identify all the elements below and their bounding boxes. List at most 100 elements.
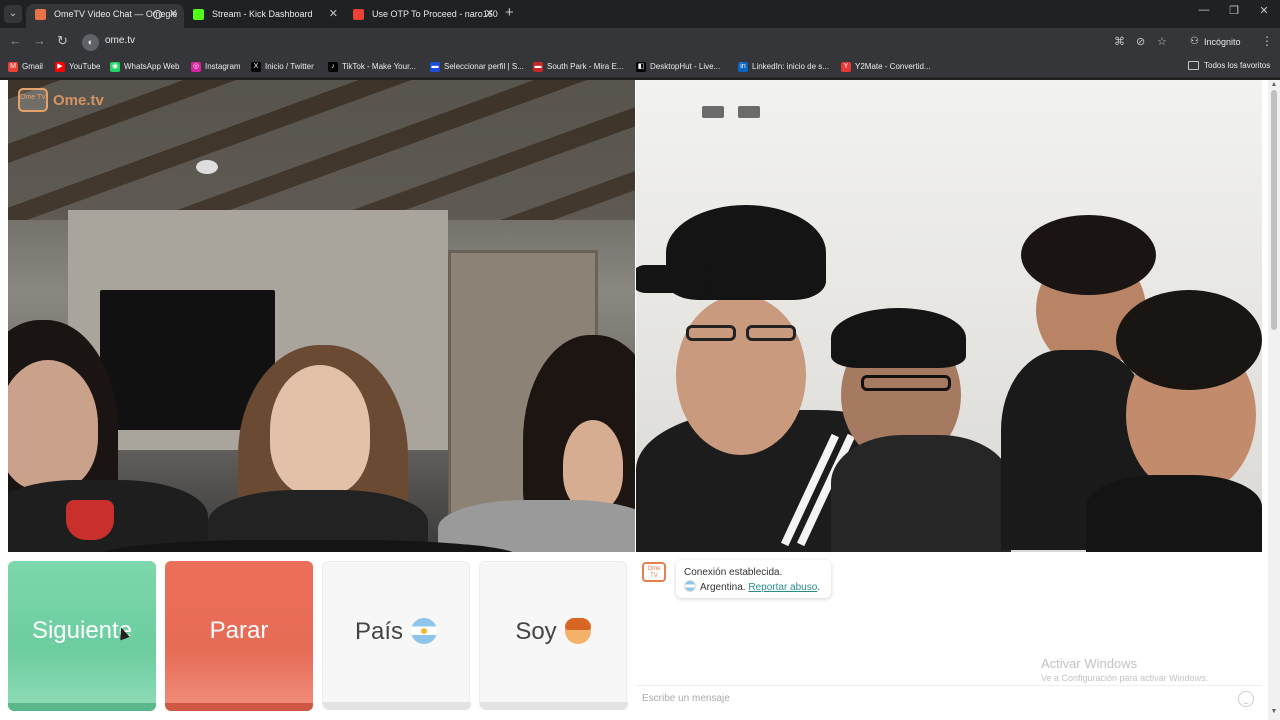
all-bookmarks[interactable]: Todos los favoritos <box>1188 61 1270 70</box>
country-button-label: País <box>354 618 404 645</box>
desktophut-icon: ◧ <box>636 62 646 72</box>
connection-status: Conexión establecida. <box>684 567 783 578</box>
scroll-up-icon[interactable]: ▲ <box>1270 81 1278 88</box>
bookmark-youtube[interactable]: ▶ YouTube <box>55 61 100 72</box>
page-scrollbar[interactable]: ▲ ▼ <box>1268 80 1280 720</box>
close-tab-icon[interactable]: ✕ <box>169 4 178 24</box>
eye-off-icon[interactable]: ⊘ <box>1136 35 1145 48</box>
bookmark-label: Instagram <box>205 62 241 71</box>
linkedin-icon: in <box>738 62 748 72</box>
ometv-favicon-icon <box>35 9 46 20</box>
emoji-picker-icon[interactable] <box>1238 691 1254 707</box>
whatsapp-icon: ◉ <box>110 62 120 72</box>
y2mate-icon: Y <box>841 62 851 72</box>
close-tab-icon[interactable]: ✕ <box>485 4 494 24</box>
bookmarks-bar: M Gmail ▶ YouTube ◉ WhatsApp Web ◎ Instagram… <box>0 56 1280 78</box>
recording-icon <box>153 10 162 19</box>
button-base <box>323 702 471 710</box>
tab-title: Stream - Kick Dashboard <box>212 9 313 19</box>
site-info-icon[interactable]: ◐ <box>82 34 99 51</box>
bookmark-tiktok[interactable]: ♪ TikTok - Make Your... <box>328 61 416 72</box>
forward-arrow-icon[interactable]: → <box>33 34 46 48</box>
kick-favicon-icon <box>193 9 204 20</box>
tab-gmail-otp[interactable]: Use OTP To Proceed - naro160 ✕ <box>344 4 500 28</box>
button-base <box>8 703 156 711</box>
message-composer <box>636 685 1262 710</box>
scroll-down-icon[interactable]: ▼ <box>1270 708 1278 715</box>
ometv-logo-text: Ome.tv <box>53 92 104 109</box>
message-input[interactable] <box>642 690 1222 706</box>
address-bar[interactable]: ◐ ome.tv <box>82 31 1172 53</box>
south-park-icon: ▬ <box>533 62 543 72</box>
argentina-flag-icon <box>411 617 438 644</box>
partner-country-line: Argentina. Reportar abuso. <box>684 580 823 595</box>
button-base <box>480 702 628 710</box>
stop-button[interactable]: Parar <box>165 561 313 711</box>
country-filter-button[interactable]: País <box>322 561 471 710</box>
scrollbar-thumb[interactable] <box>1271 90 1277 330</box>
sunglasses <box>861 375 951 391</box>
bookmark-label: WhatsApp Web <box>124 62 180 71</box>
back-arrow-icon[interactable]: ← <box>9 34 22 48</box>
bookmark-linkedin[interactable]: in LinkedIn: inicio de s... <box>738 61 829 72</box>
ometv-logo-icon: Ome TV <box>18 88 48 112</box>
all-bookmarks-label: Todos los favoritos <box>1204 61 1271 70</box>
person-face <box>676 295 806 455</box>
person-hair <box>1116 290 1262 390</box>
punctuation: . <box>817 582 821 593</box>
bookmark-whatsapp[interactable]: ◉ WhatsApp Web <box>110 61 179 72</box>
menu-kebab-icon[interactable]: ⋮ <box>1261 34 1273 48</box>
person-cap <box>831 308 966 368</box>
tab-kick[interactable]: Stream - Kick Dashboard ✕ <box>184 4 344 28</box>
person-hand <box>563 420 623 510</box>
system-message: Conexión establecida. Argentina. Reporta… <box>676 560 831 598</box>
reload-icon[interactable]: ↻ <box>57 34 68 48</box>
person-hair <box>1021 215 1156 295</box>
minimize-icon[interactable]: — <box>1197 4 1211 16</box>
bookmark-y2mate[interactable]: Y Y2Mate - Convertid... <box>841 61 931 72</box>
bookmark-star-icon[interactable]: ☆ <box>1157 35 1167 48</box>
button-base <box>165 703 313 711</box>
url-text: ome.tv <box>105 35 136 46</box>
close-tab-icon[interactable]: ✕ <box>329 4 338 24</box>
bookmark-gmail[interactable]: M Gmail <box>8 61 43 72</box>
bookmark-seleccionar-perfil[interactable]: ▬ Seleccionar perfil | S... <box>430 61 524 72</box>
bookmark-instagram[interactable]: ◎ Instagram <box>191 61 241 72</box>
gender-filter-button[interactable]: Soy <box>479 561 628 710</box>
shirt-crest <box>66 500 114 540</box>
restore-icon[interactable]: ❐ <box>1227 4 1241 17</box>
tiktok-icon: ♪ <box>328 62 338 72</box>
remote-video <box>636 80 1262 552</box>
bookmark-twitter[interactable]: X Inicio / Twitter <box>251 61 314 72</box>
bookmark-desktophut[interactable]: ◧ DesktopHut - Live... <box>636 61 720 72</box>
bookmark-label: DesktopHut - Live... <box>650 62 721 71</box>
tab-strip: ⌄ OmeTV Video Chat — Omegle ✕ Stream - K… <box>0 0 1280 28</box>
remote-camera-icon <box>738 106 760 118</box>
folder-icon <box>1188 61 1199 70</box>
close-window-icon[interactable]: ✕ <box>1257 4 1271 17</box>
translate-icon[interactable]: ⌘ <box>1114 35 1125 48</box>
ometv-avatar-icon: Ome TV <box>642 562 666 582</box>
incognito-indicator[interactable]: ⚇ Incógnito <box>1186 32 1241 52</box>
profile-site-icon: ▬ <box>430 62 440 72</box>
browser-toolbar: ← → ↻ ◐ ome.tv ⌘ ⊘ ☆ ⚇ Incógnito ⋮ <box>0 28 1280 56</box>
tab-title: Use OTP To Proceed - naro160 <box>372 9 498 19</box>
glasses <box>686 325 736 341</box>
glasses <box>746 325 796 341</box>
remote-camera-icon <box>702 106 724 118</box>
bookmark-south-park[interactable]: ▬ South Park - Mira E... <box>533 61 623 72</box>
bookmark-label: LinkedIn: inicio de s... <box>752 62 829 71</box>
next-button[interactable]: Siguiente <box>8 561 156 711</box>
bookmark-label: Seleccionar perfil | S... <box>444 62 524 71</box>
bookmark-label: YouTube <box>69 62 101 71</box>
bookmark-label: TikTok - Make Your... <box>342 62 416 71</box>
report-abuse-link[interactable]: Reportar abuso <box>748 582 817 593</box>
incognito-label: Incógnito <box>1204 37 1241 47</box>
tab-search-button[interactable]: ⌄ <box>4 5 22 23</box>
tab-ometv[interactable]: OmeTV Video Chat — Omegle ✕ <box>26 4 184 28</box>
youtube-icon: ▶ <box>55 62 65 72</box>
new-tab-button[interactable]: + <box>505 4 514 22</box>
windows-activation-subtitle: Ve a Configuración para activar Windows. <box>1041 673 1209 683</box>
person-body <box>831 435 1011 552</box>
bookmark-label: Y2Mate - Convertid... <box>855 62 931 71</box>
